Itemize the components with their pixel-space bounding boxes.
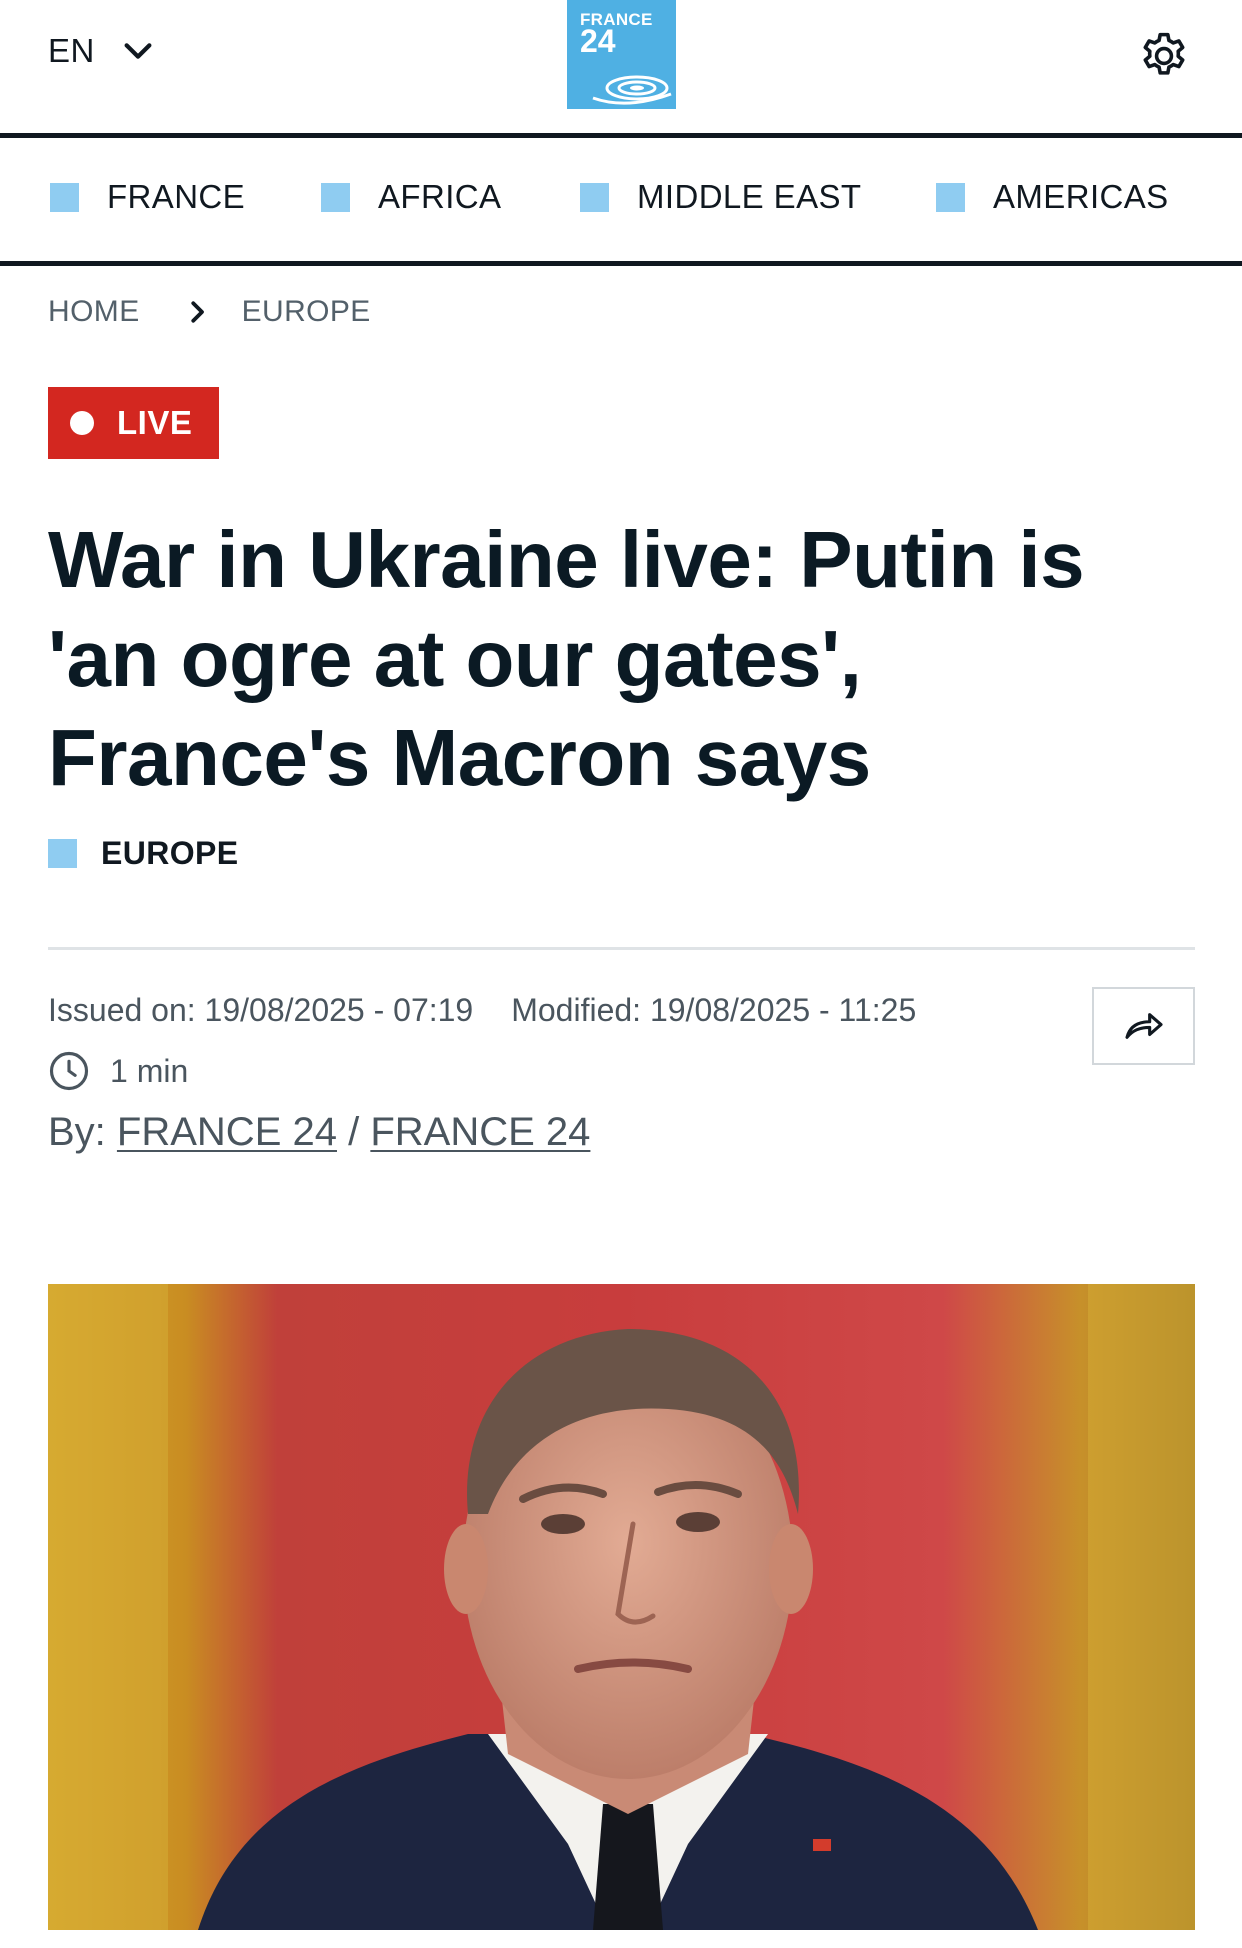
issued-on: Issued on: 19/08/2025 - 07:19 (48, 992, 474, 1028)
nav-item-label: AMERICAS (993, 178, 1169, 215)
byline: By: FRANCE 24 / FRANCE 24 (48, 1110, 590, 1155)
chevron-right-icon (190, 301, 204, 323)
nav-item-americas[interactable]: AMERICAS (936, 178, 1169, 216)
nav-square-icon (50, 182, 79, 212)
logo-text-24: 24 (580, 23, 616, 59)
top-bar: EN FRANCE 24 (0, 0, 1242, 133)
share-button[interactable] (1092, 987, 1195, 1065)
nav-square-icon (580, 182, 609, 212)
meta-divider (48, 947, 1195, 950)
section-nav: FRANCE AFRICA MIDDLE EAST AMERICAS (0, 138, 1242, 260)
article-dates: Issued on: 19/08/2025 - 07:19 Modified: 1… (48, 992, 916, 1029)
modified-on: Modified: 19/08/2025 - 11:25 (511, 992, 917, 1028)
france24-logo[interactable]: FRANCE 24 (567, 0, 676, 109)
nav-item-middle-east[interactable]: MIDDLE EAST (580, 178, 861, 216)
byline-prefix: By: (48, 1110, 106, 1154)
live-badge: LIVE (48, 387, 219, 459)
language-selector[interactable]: EN (48, 32, 155, 70)
live-label: LIVE (117, 404, 193, 441)
category-tag[interactable]: EUROPE (48, 835, 239, 872)
gear-icon[interactable] (1137, 29, 1191, 83)
tag-square-icon (48, 839, 77, 868)
nav-square-icon (936, 182, 965, 212)
author-link[interactable]: FRANCE 24 (370, 1110, 590, 1154)
read-time-label: 1 min (110, 1052, 189, 1089)
nav-item-france[interactable]: FRANCE (50, 178, 245, 216)
nav-item-africa[interactable]: AFRICA (321, 178, 501, 216)
nav-item-label: AFRICA (378, 178, 502, 215)
nav-divider (0, 261, 1242, 266)
clock-icon (49, 1051, 89, 1091)
nav-item-label: MIDDLE EAST (637, 178, 862, 215)
article-headline: War in Ukraine live: Putin is 'an ogre a… (48, 515, 1085, 802)
category-label: EUROPE (101, 835, 239, 871)
author-separator: / (348, 1110, 360, 1154)
chevron-down-icon (124, 43, 152, 59)
breadcrumb: HOME EUROPE (48, 295, 371, 329)
nav-square-icon (321, 182, 350, 212)
live-dot-icon (70, 411, 94, 435)
share-arrow-icon (1124, 1013, 1163, 1039)
author-link[interactable]: FRANCE 24 (117, 1110, 337, 1154)
article-hero-photo (48, 1284, 1195, 1930)
logo-waves-icon (592, 75, 672, 105)
breadcrumb-home[interactable]: HOME (48, 295, 140, 329)
nav-item-label: FRANCE (107, 178, 246, 215)
language-code: EN (48, 32, 95, 69)
breadcrumb-europe[interactable]: EUROPE (242, 295, 371, 329)
read-time: 1 min (48, 1050, 188, 1092)
